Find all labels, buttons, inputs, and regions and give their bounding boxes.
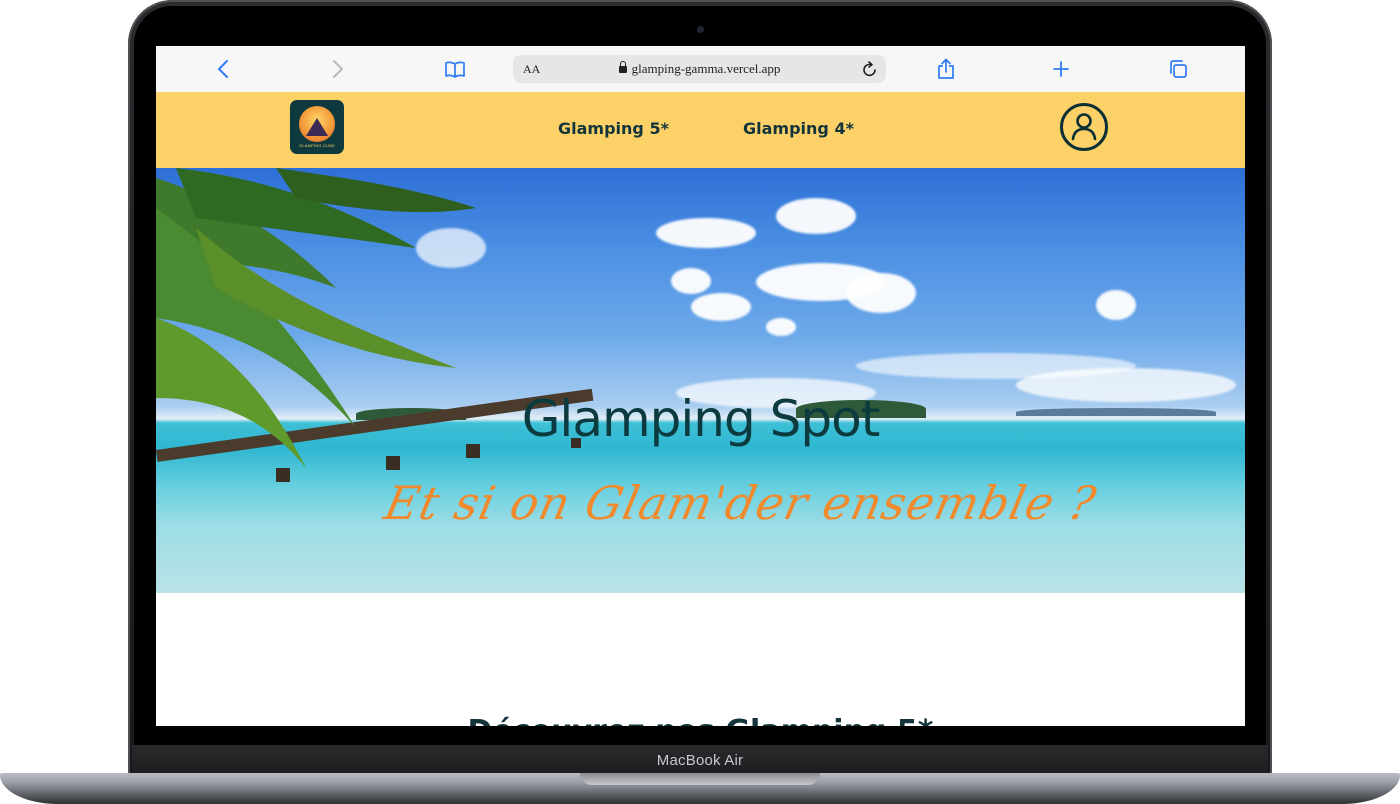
chevron-left-icon[interactable]: [211, 58, 235, 80]
chevron-right-icon[interactable]: [326, 58, 350, 80]
address-bar[interactable]: AA glamping-gamma.vercel.app: [513, 55, 886, 83]
palm-tree: [156, 168, 476, 468]
tent-icon: [306, 118, 328, 136]
hero-title: Glamping Spot: [521, 390, 881, 448]
device-label: MacBook Air: [656, 752, 744, 769]
browser-screen: AA glamping-gamma.vercel.app GLAMPING CU…: [156, 46, 1245, 726]
url-text: glamping-gamma.vercel.app: [631, 61, 781, 76]
share-icon[interactable]: [934, 58, 958, 80]
section-title: Découvrez nos Glamping 5*: [156, 714, 1245, 726]
reload-icon[interactable]: [862, 60, 878, 83]
hero-banner: Glamping Spot Et si on Glam'der ensemble…: [156, 168, 1245, 593]
hero-tagline: Et si on Glam'der ensemble ?: [379, 476, 1102, 530]
camera-icon: [697, 26, 704, 33]
tabs-icon[interactable]: [1166, 58, 1190, 80]
browser-toolbar: AA glamping-gamma.vercel.app: [156, 46, 1245, 93]
lock-icon: [618, 61, 627, 73]
laptop-chin: MacBook Air: [132, 745, 1268, 775]
book-icon[interactable]: [443, 58, 467, 80]
nav-link-glamping-5[interactable]: Glamping 5*: [558, 119, 669, 138]
logo-text: GLAMPING CUBE: [299, 143, 335, 148]
site-logo[interactable]: GLAMPING CUBE: [290, 100, 344, 154]
nav-link-glamping-4[interactable]: Glamping 4*: [743, 119, 854, 138]
site-header: GLAMPING CUBE Glamping 5* Glamping 4*: [156, 92, 1245, 168]
user-icon[interactable]: [1060, 103, 1108, 151]
plus-icon[interactable]: [1049, 58, 1073, 80]
laptop-notch: [580, 773, 820, 785]
